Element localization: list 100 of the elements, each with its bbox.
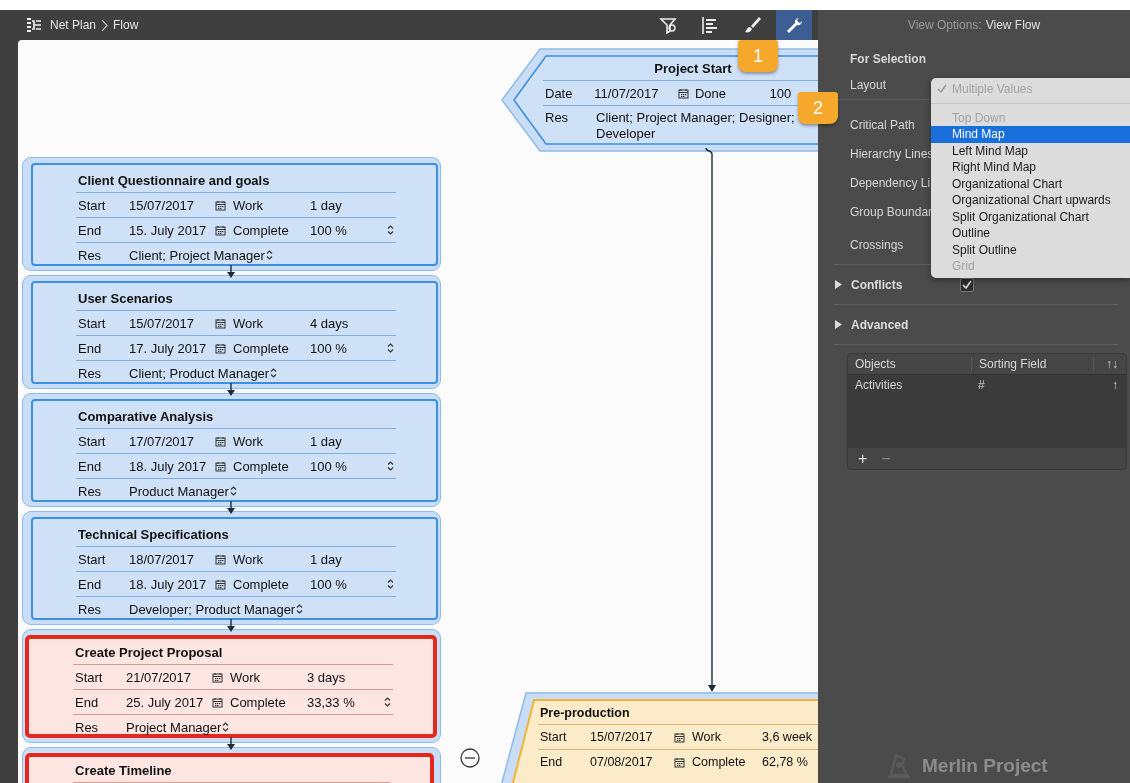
task-card[interactable]: Technical Specifications Start 18/07/2017 Work 1 day End 18. July 2017 Complete 100 % Res Developer; Product Manager	[31, 517, 438, 620]
field-value: 15/07/2017	[129, 197, 196, 213]
calendar-icon[interactable]	[215, 317, 226, 329]
field-label: Complete	[233, 458, 290, 474]
field-value: 1 day	[310, 197, 343, 213]
card-title: Create Timeline	[73, 760, 390, 783]
calendar-icon[interactable]	[212, 671, 223, 683]
field-value: Client; Project Manager	[129, 247, 265, 263]
calendar-icon[interactable]	[215, 199, 226, 211]
menu-item[interactable]: Organizational Chart upwards	[931, 192, 1130, 209]
wrench-icon	[785, 16, 803, 34]
table-cell-text: Activities	[854, 378, 904, 392]
task-card[interactable]: Comparative Analysis Start 17/07/2017 Work 1 day End 18. July 2017 Complete 100 % Res Product Manager	[31, 399, 438, 502]
calendar-icon[interactable]	[215, 435, 226, 447]
field-value: 25. July 2017	[126, 694, 205, 710]
field-value: 1 day	[310, 433, 343, 449]
stepper-icon[interactable]	[386, 578, 395, 590]
menu-item[interactable]: Outline	[931, 225, 1130, 242]
menu-item[interactable]: Mind Map	[931, 126, 1130, 143]
field-label: Res	[78, 247, 103, 263]
field-value: 15/07/2017	[590, 730, 654, 744]
calendar-icon[interactable]	[677, 87, 689, 99]
calendar-icon[interactable]	[215, 460, 226, 472]
field-value: 100	[769, 85, 793, 101]
collapse-icon[interactable]	[460, 748, 480, 768]
field-label: End	[78, 458, 103, 474]
stepper-icon[interactable]	[383, 696, 392, 708]
field-label: Res	[78, 365, 103, 381]
hierarchy-icon	[26, 17, 42, 33]
field-value: 3 days	[307, 669, 347, 685]
menu-item[interactable]: Left Mind Map	[931, 142, 1130, 159]
menu-item[interactable]: Organizational Chart	[931, 175, 1130, 192]
stepper-icon[interactable]	[386, 460, 395, 472]
field-label: Work	[233, 197, 265, 213]
field-value: Developer; Product Manager	[129, 601, 296, 617]
connector-arrow	[227, 736, 235, 750]
breadcrumb-item[interactable]: Net Plan	[50, 18, 97, 32]
field-label: Done	[694, 85, 728, 101]
disclosure-button[interactable]: Conflicts	[834, 277, 903, 292]
menu-item[interactable]: Right Mind Map	[931, 159, 1130, 176]
column-header[interactable]: Objects	[848, 357, 971, 371]
stepper-icon[interactable]	[295, 603, 305, 615]
align-left-icon	[701, 16, 719, 34]
task-card[interactable]: Create Project Proposal Start 21/07/2017 Work 3 days End 25. July 2017 Complete 33,33 % Res Project Manager	[25, 635, 437, 738]
field-label: Date	[545, 85, 574, 101]
table-cell-text: #	[977, 378, 986, 392]
column-header[interactable]: Sorting Field	[971, 357, 1093, 371]
stepper-icon[interactable]	[269, 367, 279, 379]
task-card[interactable]: Create Timeline	[25, 753, 434, 783]
column-header[interactable]: ↑↓	[1093, 357, 1126, 371]
field-value: 62,78 %	[762, 755, 809, 769]
task-card[interactable]: User Scenarios Start 15/07/2017 Work 4 days End 17. July 2017 Complete 100 % Res Client; Product Manager	[31, 281, 438, 384]
field-label: Work	[233, 551, 265, 567]
calendar-icon[interactable]	[215, 342, 226, 354]
field-value: 3,6 week	[762, 730, 814, 744]
field-label: End	[78, 576, 103, 592]
calendar-icon[interactable]	[215, 224, 226, 236]
menu-item[interactable]: Split Outline	[931, 241, 1130, 258]
field-value: 18. July 2017	[129, 576, 208, 592]
field-label: Res	[78, 601, 103, 617]
field-label: End	[75, 694, 100, 710]
disclosure-button[interactable]: Advanced	[834, 317, 909, 332]
field-label: Work	[233, 315, 265, 331]
field-label: Work	[230, 669, 262, 685]
section-heading: For Selection	[849, 51, 927, 68]
calendar-icon[interactable]	[674, 756, 685, 768]
calendar-icon[interactable]	[215, 578, 226, 590]
option-label: Layout	[850, 77, 887, 92]
stepper-icon[interactable]	[386, 224, 395, 236]
field-value: 33,33 %	[307, 694, 356, 710]
stepper-icon[interactable]	[264, 249, 274, 261]
calendar-icon[interactable]	[215, 553, 226, 565]
field-value: Client; Project Manager; Designer; Developer	[596, 110, 796, 142]
field-label: Start	[78, 551, 107, 567]
field-label: Res	[75, 719, 100, 735]
card-title: User Scenarios	[76, 288, 396, 311]
stepper-icon[interactable]	[386, 342, 395, 354]
field-value: 100 %	[310, 458, 348, 474]
task-card[interactable]: Client Questionnaire and goals Start 15/07/2017 Work 1 day End 15. July 2017 Complete 100 % Res Client; Project Manager	[31, 163, 438, 266]
toolbar-button[interactable]	[776, 10, 812, 40]
stepper-icon[interactable]	[228, 485, 238, 497]
menu-item[interactable]: Split Organizational Chart	[931, 208, 1130, 225]
field-value: 15. July 2017	[129, 222, 208, 238]
option-label: Crossings	[850, 238, 904, 252]
panel-title-label: View Options:	[907, 18, 982, 32]
field-value: 1 day	[310, 551, 343, 567]
checkmark-icon	[961, 278, 974, 291]
add-button[interactable]: +	[858, 449, 868, 468]
stepper-icon[interactable]	[221, 721, 231, 733]
breadcrumb-item[interactable]: Flow	[113, 18, 139, 32]
filter-icon	[659, 16, 677, 34]
card-title: Technical Specifications	[76, 524, 396, 547]
field-label: Start	[75, 669, 104, 685]
calendar-icon[interactable]	[674, 731, 685, 743]
field-label: Work	[692, 730, 722, 744]
field-value: 100 %	[310, 340, 348, 356]
field-value: 07/08/2017	[590, 755, 654, 769]
field-label: Complete	[692, 755, 747, 769]
field-value: Product Manager	[129, 483, 229, 499]
calendar-icon[interactable]	[212, 696, 223, 708]
